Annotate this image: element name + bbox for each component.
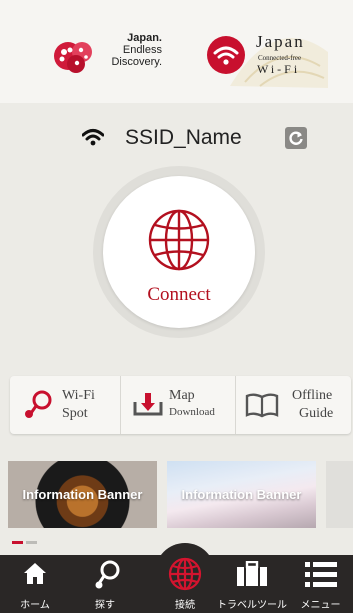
wifi-logo-icon [213,46,239,65]
refresh-icon [289,131,303,145]
refresh-button[interactable] [285,127,307,149]
suitcase-icon [237,561,267,586]
connect-button[interactable]: Connect [103,176,255,328]
home-icon [24,563,46,584]
offline-guide-label-1: Offline [292,388,333,403]
nav-search[interactable]: 探す [70,555,140,613]
travel-tools-bar: Wi-Fi Spot Map Download Offline Guide [10,376,351,434]
nav-home-label: ホーム [20,600,50,611]
japan-endless-discovery-logo: Japan. Endless Discovery. [50,32,170,76]
wifi-spot-button[interactable]: Wi-Fi Spot [10,376,120,434]
connect-label: Connect [147,284,211,305]
globe-icon [148,209,210,271]
pager-dot[interactable] [26,541,37,544]
left-logo-line1: Japan. [127,32,162,44]
information-banner-1[interactable]: Information Banner [8,461,157,528]
offline-guide-button[interactable]: Offline Guide [235,376,351,434]
wifi-spot-icon [25,390,52,418]
main-panel: SSID_Name Connect [0,103,353,363]
search-pin-icon [95,560,120,589]
book-icon [245,393,279,418]
ssid-row: SSID_Name [0,125,353,151]
nav-menu-label: メニュー [300,600,341,611]
right-logo-title: Japan [256,32,305,51]
wifi-logo-circle [207,36,245,74]
information-banner-2[interactable]: Information Banner [167,461,316,528]
map-download-button[interactable]: Map Download [120,376,235,434]
map-download-label-1: Map [169,388,195,403]
download-icon [133,393,163,416]
japan-wifi-logo: Japan Connected-free Wi-Fi [200,22,330,88]
globe-icon [168,557,202,591]
pager-dot-active[interactable] [12,541,23,544]
left-logo-line3: Discovery. [111,56,162,68]
information-banner-3[interactable] [326,461,353,528]
left-logo-line2: Endless [122,44,162,56]
wifi-spot-label-1: Wi-Fi [62,388,95,403]
nav-travel-tools-label: トラベルツール [217,600,287,611]
nav-connect[interactable]: 接続 [150,555,220,613]
nav-connect-label: 接続 [175,600,195,611]
wifi-icon [82,129,104,146]
wifi-spot-label-2: Spot [62,406,88,421]
nav-home[interactable]: ホーム [0,555,70,613]
right-logo-subtitle: Connected-free [258,54,302,62]
nav-travel-tools[interactable]: トラベルツール [212,555,292,613]
banner-label: Information Banner [181,487,302,502]
nav-search-label: 探す [95,600,115,611]
offline-guide-label-2: Guide [299,406,334,421]
bottom-nav: ホーム 探す 接続 トラベルツール メニュー [0,555,353,613]
ssid-name: SSID_Name [125,126,242,149]
banner-label: Information Banner [22,487,143,502]
nav-menu[interactable]: メニュー [288,555,353,613]
right-logo-wifi-text: Wi-Fi [257,62,301,76]
menu-icon [305,562,337,587]
map-download-label-2: Download [169,406,215,418]
header: Japan. Endless Discovery. Japan Connecte… [0,0,353,103]
